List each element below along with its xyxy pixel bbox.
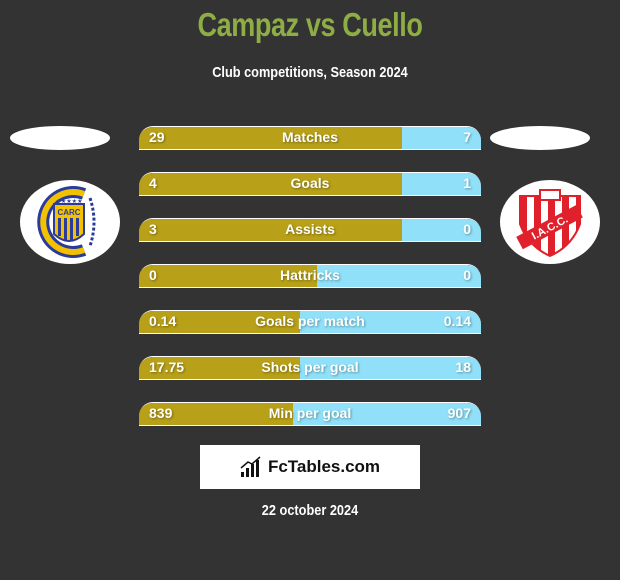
stat-label: Goals	[290, 175, 330, 191]
right-value: 907	[447, 405, 471, 421]
stat-row-min-per-goal: Min per goal 839 907	[139, 402, 481, 426]
date-label: 22 october 2024	[261, 502, 359, 519]
right-player-oval	[490, 126, 590, 150]
stat-row-shots-per-goal: Shots per goal 17.75 18	[139, 356, 481, 380]
stat-row-assists: Assists 3 0	[139, 218, 481, 242]
stat-row-goals-per-match: Goals per match 0.14 0.14	[139, 310, 481, 334]
right-value: 0.14	[443, 313, 471, 329]
svg-text:★★★★★: ★★★★★	[56, 198, 83, 205]
page-title: Campaz vs Cuello	[197, 6, 423, 43]
right-value: 0	[463, 267, 471, 283]
right-value: 1	[463, 175, 471, 191]
left-logo-text: CARC	[57, 208, 80, 217]
left-value: 29	[149, 129, 165, 145]
left-value: 0	[149, 267, 157, 283]
stat-label: Shots per goal	[261, 359, 359, 375]
left-value: 4	[149, 175, 157, 191]
brand-name: FcTables.com	[267, 457, 381, 476]
stat-row-matches: Matches 29 7	[139, 126, 481, 150]
left-value: 3	[149, 221, 157, 237]
left-value: 839	[149, 405, 173, 421]
left-team-logo: CARC ★★★★★	[20, 180, 120, 264]
stat-row-goals: Goals 4 1	[139, 172, 481, 196]
right-value: 18	[455, 359, 471, 375]
stat-label: Assists	[285, 221, 335, 237]
page-subtitle: Club competitions, Season 2024	[212, 64, 408, 81]
instituto-crest-icon: I.A.C.C.	[516, 189, 583, 258]
stat-label: Min per goal	[268, 405, 352, 421]
stat-row-hattricks: Hattricks 0 0	[139, 264, 481, 288]
left-value: 17.75	[149, 359, 185, 375]
stat-label: Hattricks	[280, 267, 340, 283]
stat-label: Goals per match	[255, 313, 365, 329]
bar-chart-icon	[240, 456, 261, 477]
right-value: 7	[463, 129, 471, 145]
left-player-oval	[10, 126, 110, 150]
right-value: 0	[463, 221, 471, 237]
rosario-central-crest-icon: CARC ★★★★★	[37, 186, 96, 258]
left-value: 0.14	[149, 313, 177, 329]
stat-label: Matches	[281, 129, 339, 145]
fctables-brand[interactable]: FcTables.com	[200, 445, 420, 489]
right-team-logo: I.A.C.C.	[500, 180, 600, 264]
